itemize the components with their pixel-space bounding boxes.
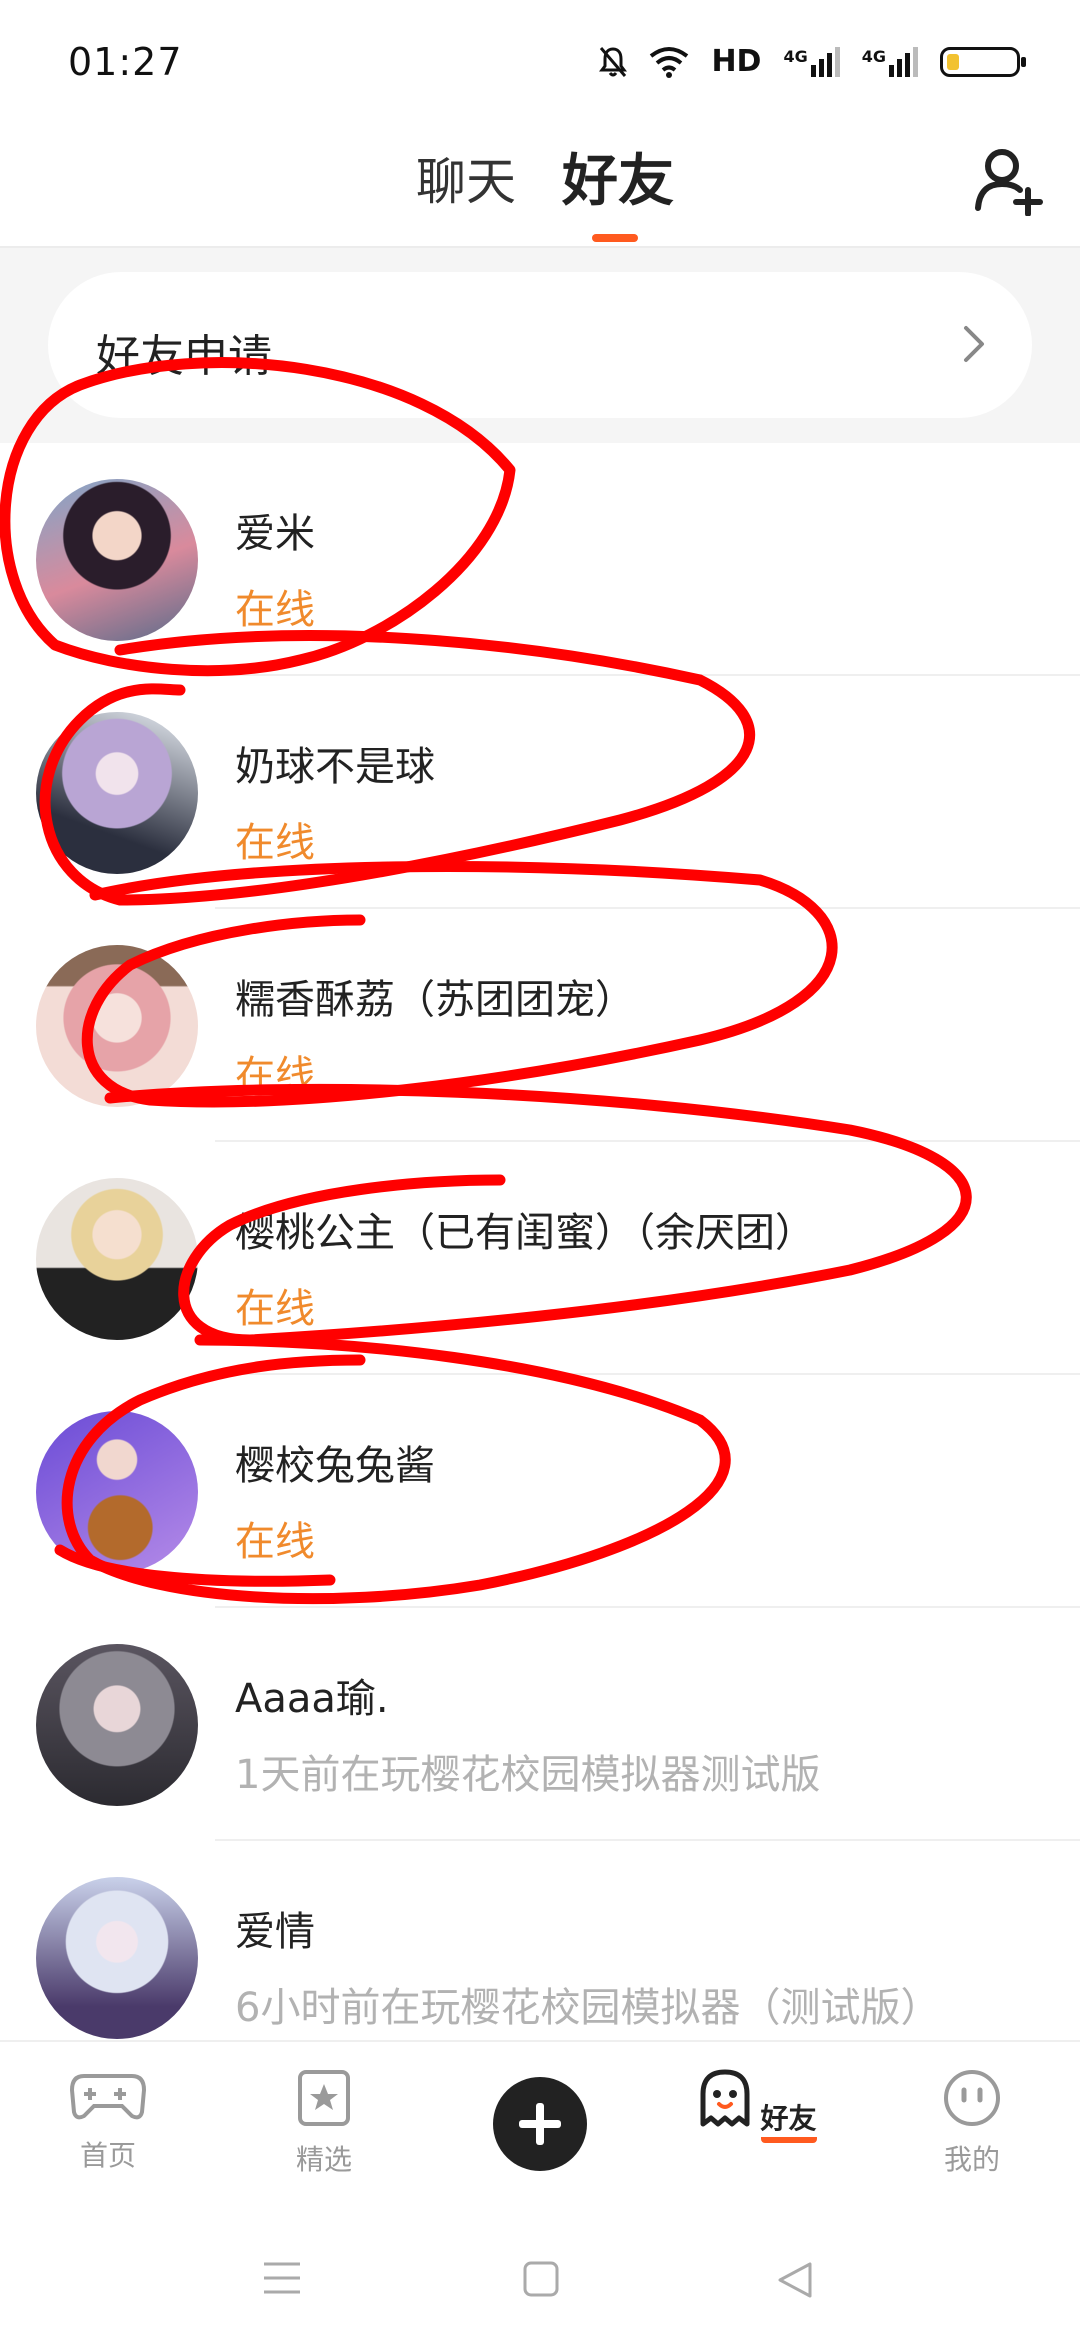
add-friend-icon[interactable] [972, 144, 1044, 216]
status-time: 01:27 [68, 40, 183, 84]
avatar[interactable] [36, 712, 198, 874]
wifi-icon [650, 46, 689, 78]
friend-request-label: 好友申请 [96, 331, 272, 382]
friend-row[interactable]: 爱米 在线 [0, 443, 1080, 676]
tab-chat[interactable]: 聊天 [416, 142, 516, 214]
nav-mine-label: 我的 [943, 2143, 1000, 2176]
gamepad-icon [69, 2074, 147, 2120]
ghost-icon [700, 2069, 750, 2127]
friend-row[interactable]: 糯香酥荔（苏团团宠） 在线 [0, 909, 1080, 1142]
avatar[interactable] [36, 1178, 198, 1340]
nav-featured[interactable]: 精选 [254, 2068, 394, 2178]
friend-name: 爱情 [235, 1909, 315, 1955]
avatar[interactable] [36, 1644, 198, 1806]
friend-row[interactable]: 樱桃公主（已有闺蜜）（余厌团） 在线 [0, 1142, 1080, 1375]
bottom-nav: 首页 精选 好友 我的 [0, 2040, 1080, 2202]
friend-status: 在线 [235, 587, 315, 633]
friend-status: 在线 [235, 1053, 315, 1099]
face-icon [944, 2070, 1000, 2126]
chevron-right-icon [964, 326, 984, 362]
friend-status: 1天前在玩樱花校园模拟器测试版 [235, 1752, 821, 1798]
friend-status: 6小时前在玩樱花校园模拟器（测试版） [235, 1985, 941, 2031]
signal-4g-icon: 4G [783, 46, 840, 77]
add-button[interactable] [493, 2077, 587, 2171]
friend-name: 樱桃公主（已有闺蜜）（余厌团） [235, 1210, 815, 1256]
menu-icon[interactable] [262, 2260, 302, 2296]
home-square-icon[interactable] [522, 2260, 560, 2298]
friend-name: 奶球不是球 [235, 744, 435, 790]
friend-row[interactable]: 奶球不是球 在线 [0, 676, 1080, 909]
friend-request-button[interactable]: 好友申请 [48, 272, 1032, 418]
bookmark-star-icon [298, 2070, 350, 2126]
friend-row[interactable]: 樱校兔兔酱 在线 [0, 1375, 1080, 1608]
friend-name: 樱校兔兔酱 [235, 1443, 435, 1489]
header: 聊天 好友 [0, 130, 1080, 248]
avatar[interactable] [36, 1411, 198, 1573]
signal-4g-icon: 4G [862, 46, 918, 77]
nav-home-label: 首页 [79, 2139, 136, 2172]
active-tab-indicator [592, 234, 638, 242]
back-triangle-icon[interactable] [776, 2260, 814, 2300]
mute-icon [599, 46, 628, 77]
hd-icon: HD [711, 44, 762, 79]
battery-icon [940, 46, 1026, 77]
nav-featured-label: 精选 [295, 2143, 352, 2176]
avatar[interactable] [36, 1877, 198, 2039]
avatar[interactable] [36, 479, 198, 641]
friend-status: 在线 [235, 1286, 315, 1332]
system-nav [0, 2200, 1080, 2340]
nav-home[interactable]: 首页 [38, 2068, 178, 2174]
avatar[interactable] [36, 945, 198, 1107]
friend-row[interactable]: Aaaa瑜. 1天前在玩樱花校园模拟器测试版 [0, 1608, 1080, 1841]
nav-friends-label: 好友 [760, 2097, 817, 2143]
friend-status: 在线 [235, 1519, 315, 1565]
friend-status: 在线 [235, 820, 315, 866]
tab-friends[interactable]: 好友 [562, 136, 674, 217]
nav-friends[interactable]: 好友 [686, 2068, 826, 2143]
friend-name: 爱米 [235, 511, 315, 557]
status-icons: HD 4G 4G [599, 44, 1026, 79]
nav-mine[interactable]: 我的 [902, 2068, 1042, 2178]
friend-name: 糯香酥荔（苏团团宠） [235, 977, 635, 1023]
status-bar: 01:27 HD 4G 4G [0, 0, 1080, 130]
friend-list: 爱米 在线 奶球不是球 在线 糯香酥荔（苏团团宠） 在线 樱桃公主（已有闺蜜）（… [0, 443, 1080, 2074]
friend-name: Aaaa瑜. [235, 1676, 389, 1722]
